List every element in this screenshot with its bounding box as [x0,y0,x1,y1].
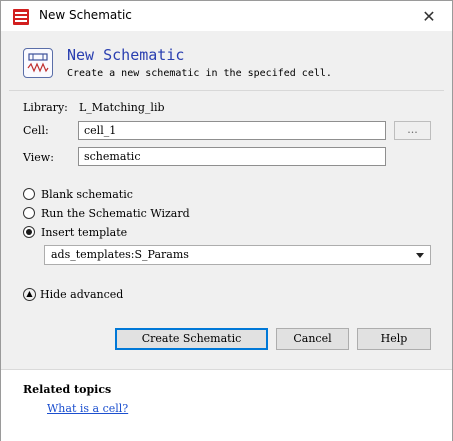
create-schematic-button[interactable]: Create Schematic [115,328,268,350]
radio-insert-template[interactable]: Insert template [23,224,127,240]
radio-label: Insert template [41,225,128,239]
what-is-a-cell-link[interactable]: What is a cell? [47,402,128,415]
library-label: Library: [23,101,68,114]
radio-button[interactable] [23,188,35,200]
chevron-down-icon [416,253,424,258]
related-topics-panel: Related topics What is a cell? [1,369,452,441]
cell-label: Cell: [23,124,49,137]
related-topics-title: Related topics [23,383,112,396]
header-divider [9,90,444,91]
cancel-button[interactable]: Cancel [276,328,349,350]
template-select-value: ads_templates:S_Params [51,248,189,261]
chevron-up-icon: ▲ [23,287,36,301]
template-select[interactable]: ads_templates:S_Params [44,245,431,265]
page-title: New Schematic [67,46,185,64]
title-bar: New Schematic ✕ [1,1,452,31]
radio-label: Run the Schematic Wizard [41,206,190,220]
view-label: View: [23,151,54,164]
cell-input[interactable]: cell_1 [78,121,386,140]
radio-label: Blank schematic [41,187,133,201]
window-title: New Schematic [39,8,132,22]
page-subtitle: Create a new schematic in the specifed c… [67,68,332,79]
app-icon [13,9,29,25]
radio-blank-schematic[interactable]: Blank schematic [23,186,133,202]
hide-advanced-toggle[interactable]: ▲ Hide advanced [23,286,123,302]
new-schematic-dialog: New Schematic ✕ New Schematic Create a n… [0,0,453,441]
browse-cell-button[interactable]: ... [394,121,431,140]
close-icon: ✕ [422,6,436,26]
radio-button-selected[interactable] [23,226,35,238]
help-button[interactable]: Help [357,328,431,350]
radio-button[interactable] [23,207,35,219]
hide-advanced-label: Hide advanced [40,287,124,301]
schematic-icon [23,48,53,78]
close-button[interactable]: ✕ [406,1,452,31]
radio-schematic-wizard[interactable]: Run the Schematic Wizard [23,205,190,221]
library-value: L_Matching_lib [79,101,165,114]
view-input[interactable]: schematic [78,147,386,166]
